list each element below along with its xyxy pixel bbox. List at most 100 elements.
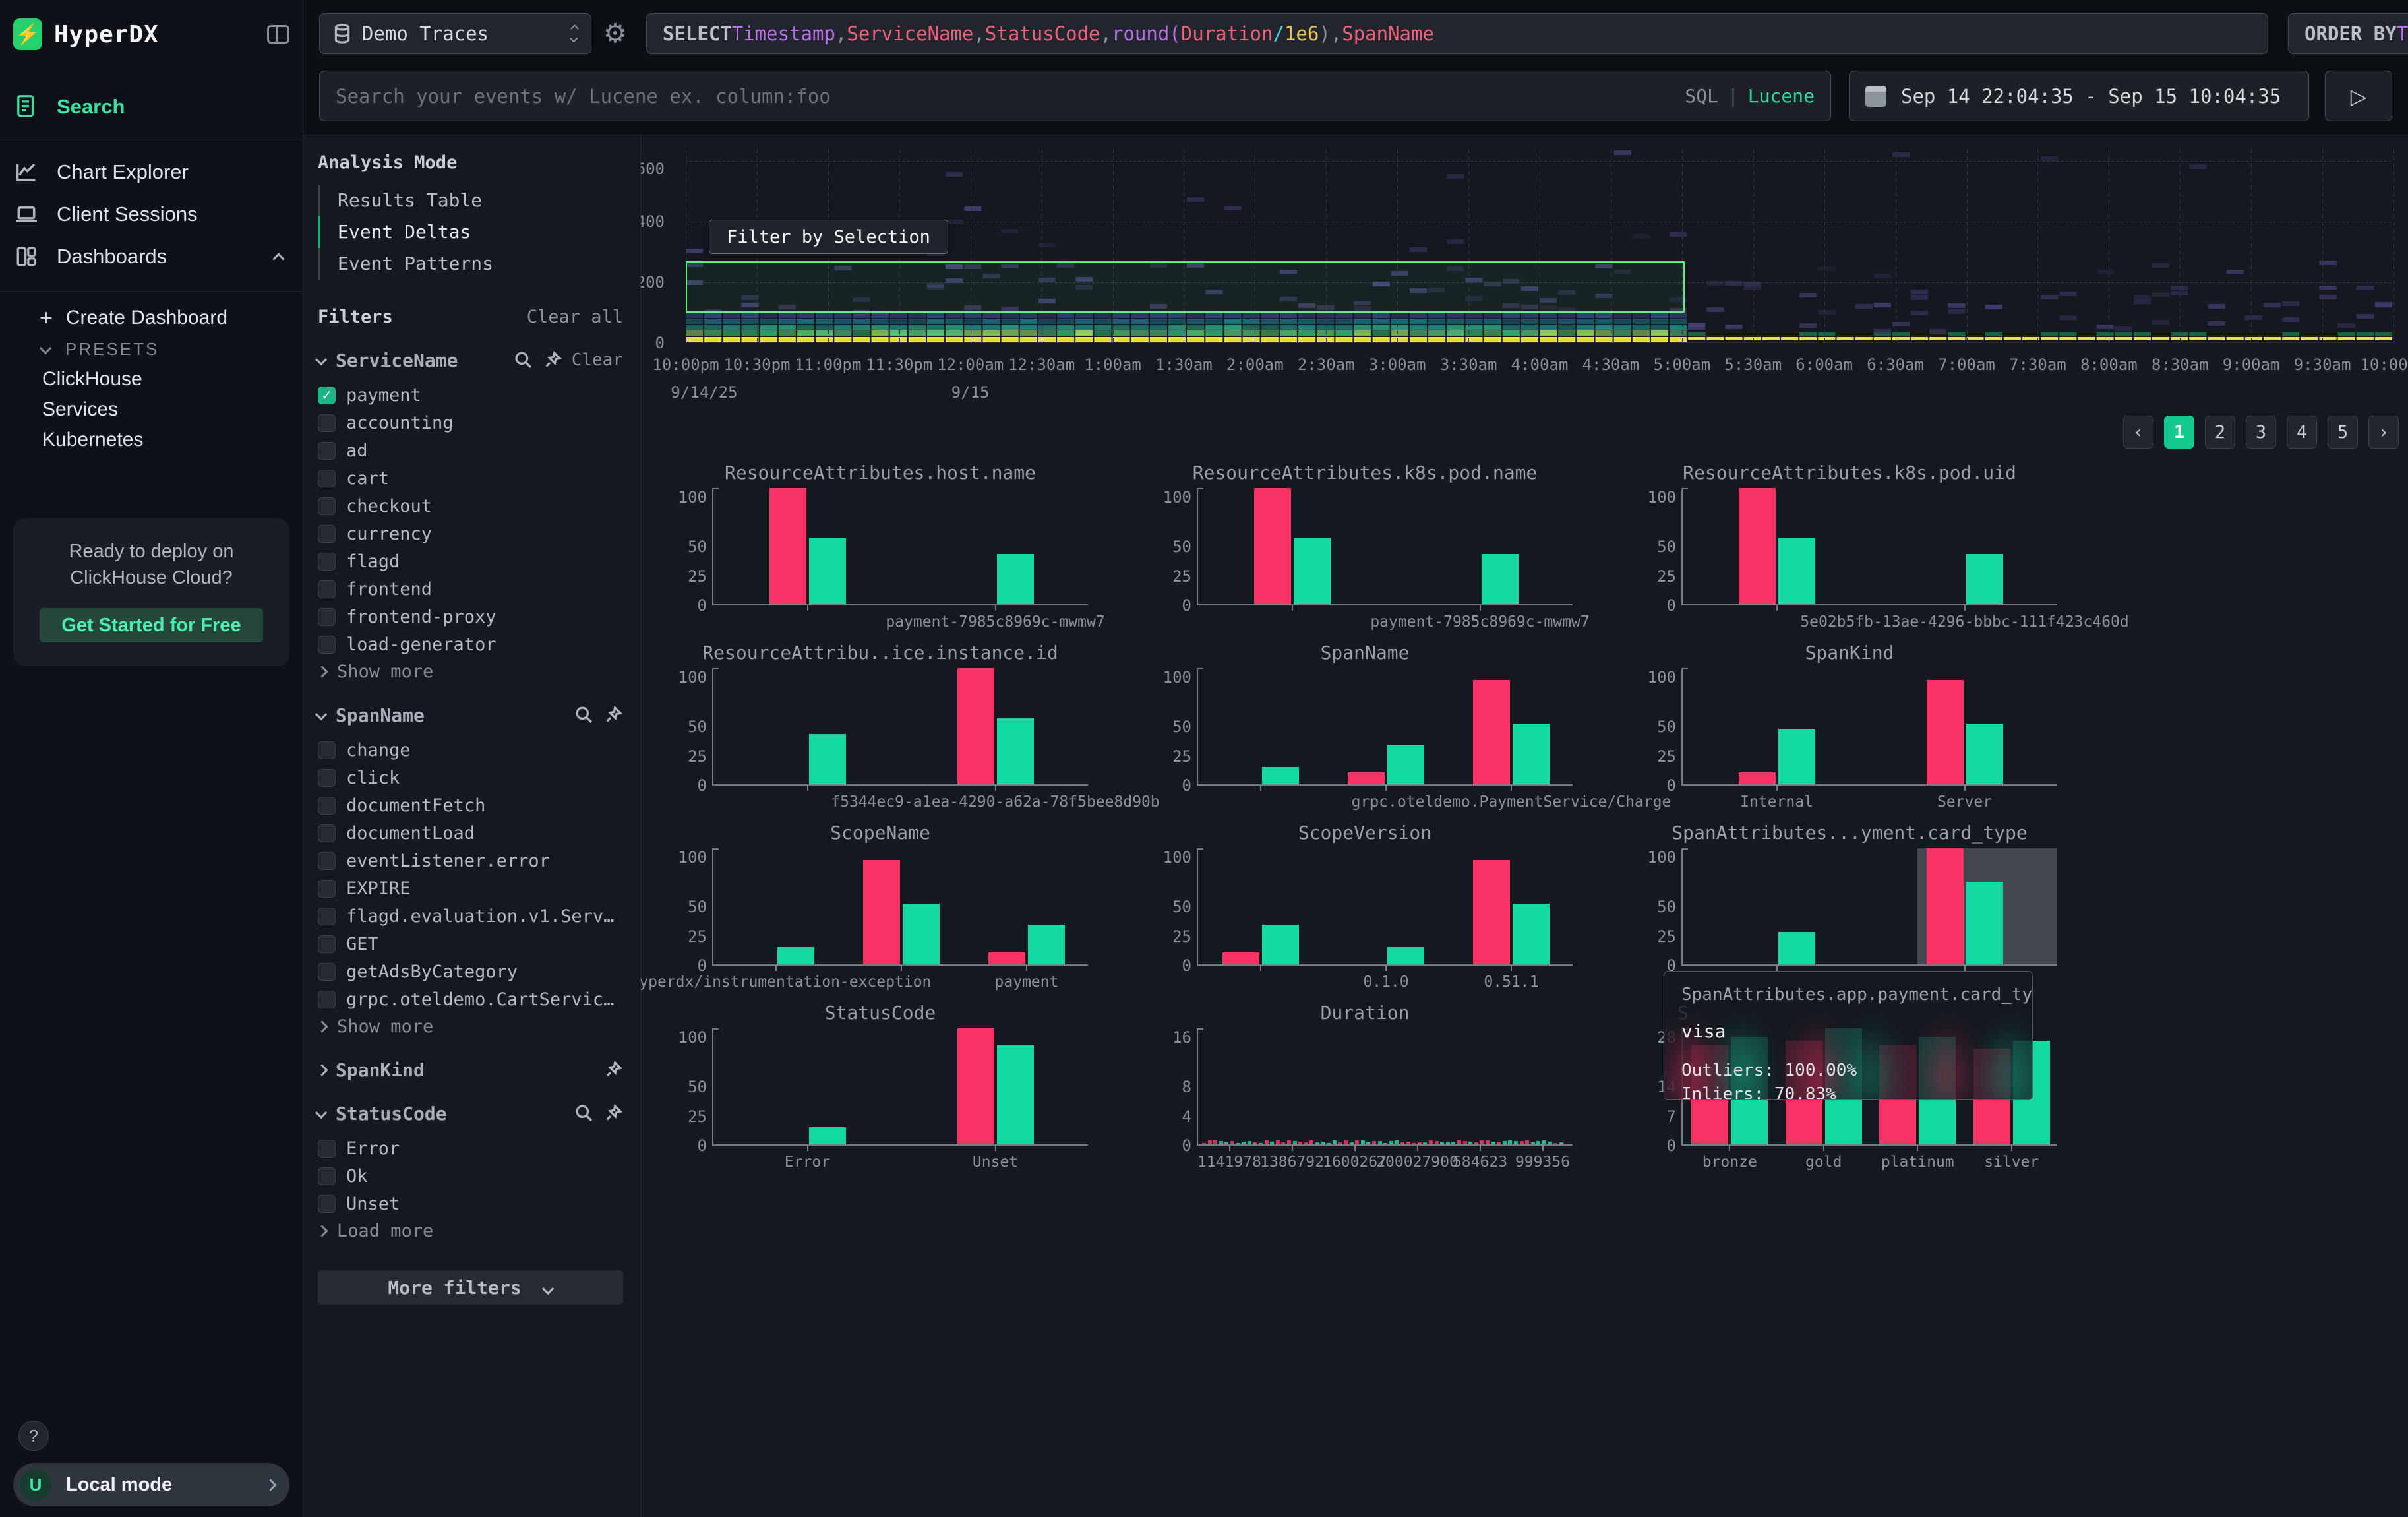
inlier-bar[interactable] <box>1387 947 1424 964</box>
local-mode-menu[interactable]: U Local mode <box>13 1463 289 1506</box>
filter-checkbox-row[interactable]: load-generator <box>318 631 623 658</box>
pin-icon[interactable] <box>603 1103 623 1123</box>
filter-checkbox-row[interactable]: ad <box>318 437 623 464</box>
filter-checkbox-row[interactable]: accounting <box>318 409 623 437</box>
filter-checkbox-row[interactable]: flagd.evaluation.v1.Serv… <box>318 902 623 930</box>
date-range-picker[interactable]: Sep 14 22:04:35 - Sep 15 10:04:35 <box>1849 71 2309 121</box>
outlier-bar[interactable] <box>1473 680 1510 784</box>
checkbox[interactable] <box>318 1140 336 1158</box>
filter-checkbox-row[interactable]: Unset <box>318 1190 623 1218</box>
pin-icon[interactable] <box>543 350 562 370</box>
outlier-bar[interactable] <box>1927 848 1964 964</box>
outlier-bar[interactable] <box>1254 488 1291 604</box>
page-button-1[interactable]: 1 <box>2164 416 2194 449</box>
search-icon[interactable] <box>514 350 533 370</box>
outlier-bar[interactable] <box>1348 772 1385 784</box>
filter-checkbox-row[interactable]: currency <box>318 520 623 547</box>
chart-plot[interactable]: 10050250ErrorUnset <box>712 1028 1088 1146</box>
inlier-bar[interactable] <box>997 1045 1034 1144</box>
more-filters-button[interactable]: More filters <box>318 1270 623 1305</box>
filter-checkbox-row[interactable]: getAdsByCategory <box>318 958 623 985</box>
selection-rectangle[interactable] <box>686 261 1685 313</box>
chart-plot[interactable]: 10050250 <box>1681 848 2057 966</box>
run-query-button[interactable]: ▷ <box>2325 71 2392 121</box>
inlier-bar[interactable] <box>1778 729 1815 784</box>
filter-checkbox-row[interactable]: eventListener.error <box>318 847 623 875</box>
chart-plot[interactable]: 100502500.1.00.51.1 <box>1197 848 1573 966</box>
inlier-bar[interactable] <box>1778 538 1815 604</box>
filter-checkbox-row[interactable]: grpc.oteldemo.CartServic… <box>318 985 623 1013</box>
inlier-bar[interactable] <box>1966 724 2003 784</box>
checkbox[interactable] <box>318 580 336 598</box>
checkbox[interactable] <box>318 1195 336 1213</box>
inlier-bar[interactable] <box>809 1127 846 1144</box>
checkbox[interactable] <box>318 553 336 571</box>
sql-select-input[interactable]: SELECT Timestamp, ServiceName, StatusCod… <box>646 13 2268 54</box>
checkbox[interactable] <box>318 908 336 925</box>
outlier-bar[interactable] <box>1927 680 1964 784</box>
pin-icon[interactable] <box>603 1060 623 1080</box>
sidebar-item-search[interactable]: Search <box>13 90 289 124</box>
filter-checkbox-row[interactable]: GET <box>318 930 623 958</box>
sidebar-item-chart-explorer[interactable]: Chart Explorer <box>13 151 289 193</box>
filter-group-clear-button[interactable]: Clear <box>572 350 623 370</box>
show-more-button[interactable]: Show more <box>318 1013 623 1039</box>
sidebar-item-clickhouse[interactable]: ClickHouse <box>13 364 289 394</box>
checkbox[interactable] <box>318 497 336 515</box>
filter-checkbox-row[interactable]: change <box>318 736 623 764</box>
inlier-bar[interactable] <box>1966 554 2003 604</box>
sidebar-item-client-sessions[interactable]: Client Sessions <box>13 193 289 235</box>
chart-plot[interactable]: 10050250f5344ec9-a1ea-4290-a62a-78f5bee8… <box>712 668 1088 786</box>
filter-checkbox-row[interactable]: Error <box>318 1134 623 1162</box>
inlier-bar[interactable] <box>997 554 1034 604</box>
inlier-bar[interactable] <box>1513 724 1550 784</box>
checkbox[interactable] <box>318 935 336 953</box>
outlier-bar[interactable] <box>769 488 806 604</box>
checkbox[interactable] <box>318 797 336 815</box>
inlier-bar[interactable] <box>809 538 846 604</box>
inlier-bar[interactable] <box>997 718 1034 784</box>
page-button-4[interactable]: 4 <box>2287 416 2317 449</box>
page-prev-button[interactable]: ‹ <box>2123 416 2153 449</box>
lang-toggle-lucene[interactable]: Lucene <box>1748 85 1815 107</box>
checkbox[interactable] <box>318 769 336 787</box>
chart-plot[interactable]: 10050250@hyperdx/instrumentation-excepti… <box>712 848 1088 966</box>
filter-checkbox-row[interactable]: cart <box>318 464 623 492</box>
checkbox[interactable] <box>318 824 336 842</box>
sidebar-item-dashboards[interactable]: Dashboards <box>13 235 289 278</box>
page-next-button[interactable]: › <box>2368 416 2399 449</box>
search-input[interactable] <box>336 85 1685 108</box>
analysis-mode-option[interactable]: Results Table <box>318 185 623 216</box>
checkbox[interactable] <box>318 470 336 487</box>
show-more-button[interactable]: Load more <box>318 1218 623 1244</box>
page-button-2[interactable]: 2 <box>2205 416 2235 449</box>
checkbox[interactable] <box>318 991 336 1008</box>
sidebar-item-services[interactable]: Services <box>13 394 289 425</box>
help-button[interactable]: ? <box>18 1421 49 1451</box>
checkbox[interactable] <box>318 636 336 654</box>
checkbox[interactable] <box>318 852 336 870</box>
filter-checkbox-row[interactable]: EXPIRE <box>318 875 623 902</box>
outlier-bar[interactable] <box>957 1028 994 1144</box>
checkbox[interactable]: ✓ <box>318 387 336 404</box>
pin-icon[interactable] <box>603 705 623 725</box>
filter-checkbox-row[interactable]: flagd <box>318 547 623 575</box>
search-icon[interactable] <box>574 705 594 725</box>
inlier-bar[interactable] <box>1262 767 1299 784</box>
inlier-bar[interactable] <box>777 947 814 964</box>
order-by-input[interactable]: ORDER BY Timestamp DESC <box>2288 13 2408 54</box>
inlier-bar[interactable] <box>809 734 846 784</box>
checkbox[interactable] <box>318 442 336 460</box>
checkbox[interactable] <box>318 525 336 543</box>
inlier-bar[interactable] <box>1513 904 1550 964</box>
inlier-bar[interactable] <box>1387 745 1424 784</box>
sidebar-item-kubernetes[interactable]: Kubernetes <box>13 425 289 455</box>
checkbox[interactable] <box>318 608 336 626</box>
outlier-bar[interactable] <box>863 860 900 964</box>
filter-checkbox-row[interactable]: frontend-proxy <box>318 603 623 631</box>
chart-plot[interactable]: 10050250payment-7985c8969c-mwmw7 <box>1197 488 1573 605</box>
inlier-bar[interactable] <box>1028 925 1065 964</box>
outlier-bar[interactable] <box>1222 952 1259 964</box>
filter-by-selection-button[interactable]: Filter by Selection <box>709 220 948 254</box>
source-select[interactable]: Demo Traces <box>319 13 591 54</box>
